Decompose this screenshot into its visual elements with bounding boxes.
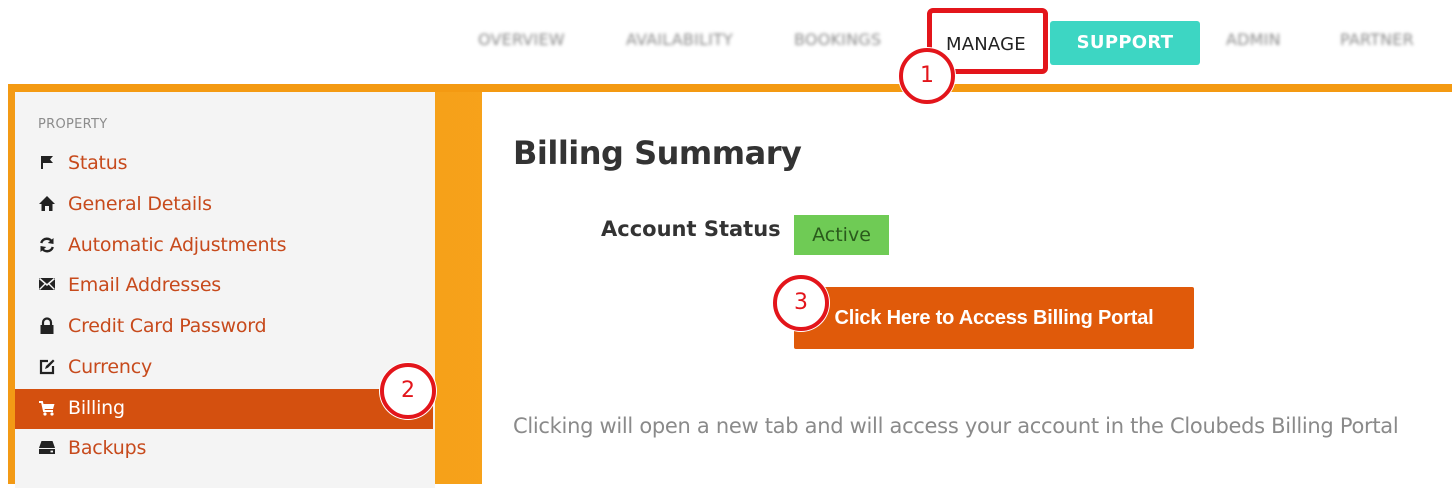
refresh-icon — [37, 236, 57, 256]
step-callout-2: 2 — [380, 363, 436, 419]
lock-icon — [37, 317, 57, 337]
edit-icon — [37, 358, 57, 378]
sidebar-item-credit-card-password[interactable]: Credit Card Password — [15, 307, 433, 347]
sidebar-item-billing[interactable]: Billing — [15, 389, 433, 429]
nav-support[interactable]: SUPPORT — [1050, 21, 1200, 65]
nav-bookings[interactable]: BOOKINGS — [794, 30, 881, 49]
sidebar-item-status[interactable]: Status — [15, 144, 433, 184]
sidebar-item-label: Currency — [68, 356, 153, 378]
account-status-label: Account Status — [601, 217, 781, 241]
nav-availability[interactable]: AVAILABILITY — [626, 30, 733, 49]
top-navigation: OVERVIEW AVAILABILITY BOOKINGS MANAGE SU… — [0, 0, 1452, 84]
sidebar-item-label: Automatic Adjustments — [68, 234, 287, 256]
billing-portal-button[interactable]: Click Here to Access Billing Portal — [794, 287, 1194, 349]
sidebar-item-label: General Details — [68, 193, 212, 215]
envelope-icon — [37, 276, 57, 296]
home-icon — [37, 195, 57, 215]
sidebar: PROPERTY Status General Details Automati… — [15, 92, 435, 488]
nav-overview[interactable]: OVERVIEW — [478, 30, 565, 49]
sidebar-item-backups[interactable]: Backups — [15, 429, 433, 469]
page-title: Billing Summary — [513, 134, 802, 172]
step-callout-1: 1 — [899, 48, 955, 104]
nav-manage-label: MANAGE — [946, 34, 1026, 55]
sidebar-heading: PROPERTY — [38, 117, 108, 132]
sidebar-item-email-addresses[interactable]: Email Addresses — [15, 266, 433, 306]
status-badge: Active — [794, 215, 889, 255]
sidebar-item-automatic-adjustments[interactable]: Automatic Adjustments — [15, 226, 433, 266]
orange-top-line — [8, 84, 1452, 92]
sidebar-item-general-details[interactable]: General Details — [15, 185, 433, 225]
nav-admin[interactable]: ADMIN — [1226, 30, 1281, 49]
cart-icon — [37, 399, 57, 419]
main-content: Billing Summary Account Status Active Cl… — [482, 92, 1452, 488]
billing-portal-help-text: Clicking will open a new tab and will ac… — [513, 414, 1399, 438]
sidebar-item-label: Credit Card Password — [68, 315, 267, 337]
sidebar-item-label: Status — [68, 152, 128, 174]
sidebar-item-label: Backups — [68, 437, 147, 459]
step-callout-3: 3 — [773, 275, 829, 331]
sidebar-item-currency[interactable]: Currency — [15, 348, 433, 388]
nav-partner[interactable]: PARTNER — [1340, 30, 1414, 49]
sidebar-item-label: Billing — [68, 397, 125, 419]
sidebar-item-label: Email Addresses — [68, 274, 222, 296]
drive-icon — [37, 439, 57, 459]
flag-icon — [37, 154, 57, 174]
